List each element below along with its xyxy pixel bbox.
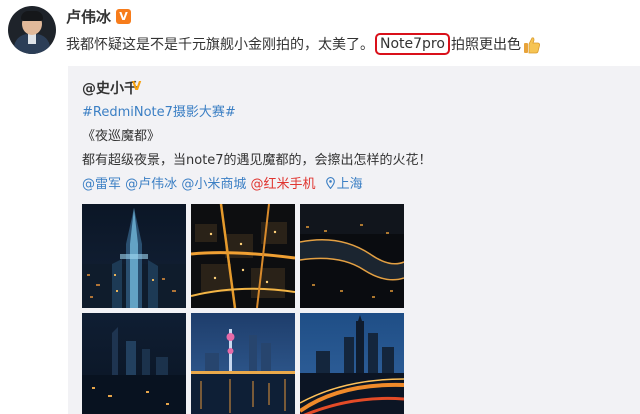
location-link[interactable]: 上海	[337, 177, 363, 192]
night-bund-reflection-photo[interactable]	[191, 313, 295, 414]
post-text-tail: 拍照更出色	[450, 37, 521, 53]
night-highway-skyline-photo[interactable]	[300, 313, 404, 414]
repost-card: @史小千 V #RedmiNote7摄影大赛# 《夜巡魔都》 都有超级夜景，当n…	[68, 66, 640, 414]
thumbs-up-icon	[523, 37, 540, 54]
night-skyline-blue-photo[interactable]	[82, 313, 186, 414]
night-tower-photo[interactable]	[82, 204, 186, 308]
repost-body: 都有超级夜景，当note7的遇见魔都的，会擦出怎样的火花！	[82, 153, 432, 168]
weibo-post: 卢伟冰 V 我都怀疑这是不是千元旗舰小金刚拍的，太美了。 Note7pro 拍照更出…	[0, 0, 640, 414]
repost-title: 《夜巡魔都》	[82, 129, 161, 144]
post-text-main: 我都怀疑这是不是千元旗舰小金刚拍的，太美了。	[66, 37, 374, 53]
highlight-note7pro: Note7pro	[375, 33, 450, 55]
mention-link[interactable]: @卢伟冰	[125, 177, 177, 192]
repost-verified-icon: V	[132, 79, 142, 93]
repost-author[interactable]: @史小千	[82, 80, 138, 98]
night-city-aerial-photo[interactable]	[191, 204, 295, 308]
mention-link[interactable]: @红米手机	[250, 177, 315, 192]
post-text: 我都怀疑这是不是千元旗舰小金刚拍的，太美了。 Note7pro 拍照更出色	[66, 33, 541, 56]
location-pin-icon	[325, 177, 335, 189]
night-river-bend-photo[interactable]	[300, 204, 404, 308]
mention-link[interactable]: @雷军	[82, 177, 121, 192]
author-avatar[interactable]	[8, 6, 56, 54]
verified-badge-icon: V	[116, 9, 131, 24]
mention-link[interactable]: @小米商城	[181, 177, 246, 192]
hashtag-link[interactable]: #RedmiNote7摄影大赛#	[82, 104, 236, 122]
mention-row: @雷军 @卢伟冰 @小米商城 @红米手机 上海	[82, 176, 363, 194]
author-name[interactable]: 卢伟冰	[66, 8, 111, 26]
